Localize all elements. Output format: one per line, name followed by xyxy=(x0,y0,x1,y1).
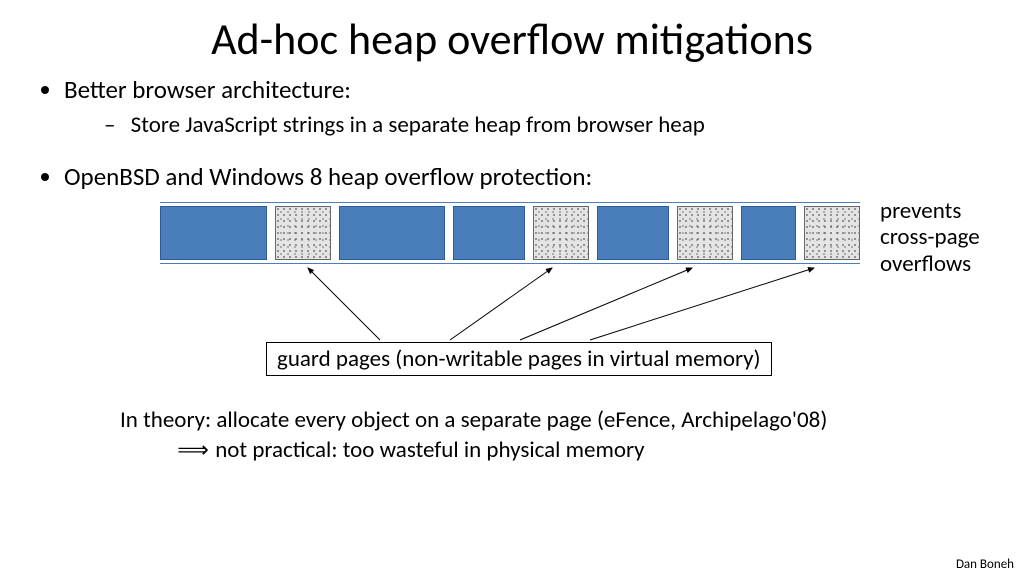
heap-page xyxy=(453,206,525,260)
guard-page xyxy=(677,206,733,260)
subbullet-text: Store JavaScript strings in a separate h… xyxy=(131,111,705,139)
guard-page xyxy=(804,206,860,260)
diagram-side-label: prevents cross-page overflows xyxy=(880,198,1024,277)
guard-label-text: guard pages (non-writable pages in virtu… xyxy=(277,345,761,373)
guard-page xyxy=(275,206,331,260)
theory-line1: In theory: allocate every object on a se… xyxy=(120,406,984,436)
bullet-architecture: Better browser architecture: Store JavaS… xyxy=(64,74,984,139)
heap-page xyxy=(741,206,795,260)
heap-page xyxy=(160,206,267,260)
author-credit: Dan Boneh xyxy=(956,557,1014,572)
heap-page xyxy=(339,206,446,260)
bullet-text: Better browser architecture: xyxy=(64,74,351,105)
guard-label-box: guard pages (non-writable pages in virtu… xyxy=(266,342,772,376)
theory-note: In theory: allocate every object on a se… xyxy=(120,406,984,466)
subbullet-js-heap: Store JavaScript strings in a separate h… xyxy=(104,111,984,139)
page-track xyxy=(160,202,860,264)
slide-title: Ad-hoc heap overflow mitigations xyxy=(0,0,1024,66)
bullet-openbsd: OpenBSD and Windows 8 heap overflow prot… xyxy=(64,161,984,192)
heap-page xyxy=(597,206,669,260)
slide-body: Better browser architecture: Store JavaS… xyxy=(0,66,1024,466)
theory-line2-text: not practical: too wasteful in physical … xyxy=(215,436,644,464)
side-label-line: prevents xyxy=(880,198,1024,224)
side-label-line: overflows xyxy=(880,251,1024,277)
implies-icon: ⟹ xyxy=(176,436,210,465)
heap-diagram: prevents cross-page overflows guard page… xyxy=(160,202,984,392)
theory-line2: ⟹ not practical: too wasteful in physica… xyxy=(176,436,984,466)
guard-page xyxy=(533,206,589,260)
bullet-text: OpenBSD and Windows 8 heap overflow prot… xyxy=(64,161,592,192)
side-label-line: cross-page xyxy=(880,224,1024,250)
